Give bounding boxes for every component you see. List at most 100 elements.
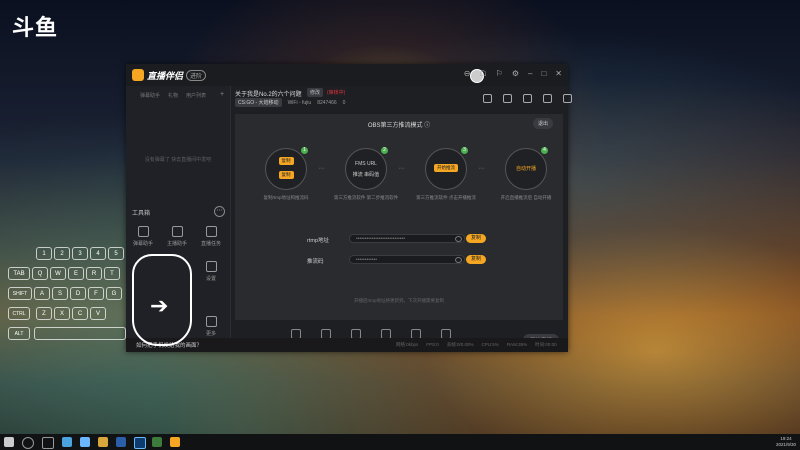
- window-controls: ⊖ ☖ ⚐ ⚙ – □ ✕: [464, 69, 562, 79]
- obs-card: OBS第三方推流模式 ⓘ 退出 1 复制 复制 复制rtmp地址和推流码 • •…: [235, 114, 563, 320]
- app-icon[interactable]: [152, 437, 162, 447]
- share-icon[interactable]: [563, 94, 572, 103]
- key: ALT: [8, 327, 30, 340]
- status-bar: 如何把手机发给我的画面？ 网络:0kbps FPS:0 丢帧:0/0.00% C…: [126, 338, 568, 352]
- user-icon: [171, 226, 183, 237]
- folder-icon[interactable]: [98, 437, 108, 447]
- step-circle: 3 开始推流: [425, 147, 468, 190]
- stat-network: 网络:0kbps: [396, 342, 419, 347]
- screen-icon[interactable]: [483, 94, 492, 103]
- arrow-icon: ➔: [150, 293, 169, 318]
- step-number: 3: [461, 147, 468, 154]
- rtmp-field[interactable]: ••••••••••••••••••••••••••••: [349, 234, 465, 243]
- key: S: [52, 287, 68, 300]
- taskview-icon[interactable]: [42, 437, 54, 449]
- app-icon[interactable]: [134, 437, 146, 449]
- tab-gifts[interactable]: 礼物: [168, 92, 178, 99]
- tool-more[interactable]: 更多: [196, 316, 226, 337]
- clock[interactable]: 19:24 2021/9/30: [776, 436, 796, 448]
- stream-key-label: 推流 串码值: [352, 172, 380, 178]
- exit-button[interactable]: 退出: [533, 118, 554, 129]
- tab-users[interactable]: 用户列表: [186, 92, 206, 99]
- key: G: [106, 287, 122, 300]
- maximize-button[interactable]: □: [541, 69, 546, 79]
- tools-more-icon[interactable]: ⋯: [214, 206, 225, 217]
- stat-dropped: 丢帧:0/0.00%: [446, 342, 474, 347]
- brand-name: 直播伴侣: [147, 70, 184, 81]
- step-caption: 第三方推流软件 点击开播推流: [416, 195, 476, 200]
- message-icon[interactable]: ⊖: [464, 69, 471, 79]
- copy-key-button[interactable]: 复制: [466, 255, 486, 264]
- fans-count: 0: [342, 99, 346, 106]
- bell-icon[interactable]: [543, 94, 552, 103]
- key: V: [90, 307, 106, 320]
- app-window: 直播伴侣 进阶 ⊖ ☖ ⚐ ⚙ – □ ✕ 弹幕助手 礼物 用户列表 + 没有弹…: [126, 64, 572, 352]
- wifi-info: WiFi - fujiu: [287, 99, 312, 106]
- clock-time: 19:24: [780, 436, 792, 441]
- step-caption: 复制rtmp地址和推流码: [263, 195, 309, 200]
- game-tag[interactable]: CS:GO - 大炮移动: [235, 98, 282, 107]
- stream-key-field[interactable]: ••••••••••••: [349, 255, 465, 264]
- stat-fps: FPS:0: [426, 342, 439, 347]
- record-icon[interactable]: [523, 94, 532, 103]
- key: 2: [54, 247, 70, 260]
- brand-badge[interactable]: 进阶: [186, 69, 207, 81]
- fms-url-label: FMS URL: [355, 161, 377, 167]
- key: 1: [36, 247, 52, 260]
- brand-logo-icon: [132, 69, 144, 81]
- start-icon[interactable]: [4, 437, 14, 447]
- flag-icon[interactable]: ⚐: [496, 69, 503, 79]
- room-id: 8247466: [317, 99, 337, 106]
- spacebar-key: [34, 327, 126, 340]
- copy-key-button[interactable]: 复制: [278, 171, 294, 179]
- copy-rtmp-button[interactable]: 复制: [278, 157, 294, 165]
- start-stream-label: 开始推流: [434, 164, 458, 172]
- key: CTRL: [8, 307, 30, 320]
- minimize-button[interactable]: –: [528, 69, 532, 79]
- shirt-icon[interactable]: ☖: [479, 69, 486, 79]
- tools-heading: 工具箱: [132, 211, 151, 217]
- step-circle: 4 自动开播: [505, 147, 548, 190]
- copy-rtmp-button[interactable]: 复制: [466, 234, 486, 243]
- desktop-logo: 斗鱼: [12, 16, 59, 41]
- key: Q: [32, 267, 48, 280]
- chat-tabs: 弹幕助手 礼物 用户列表 +: [140, 91, 224, 99]
- danmu-icon: [137, 226, 149, 237]
- obs-title: OBS第三方推流模式 ⓘ: [367, 123, 431, 129]
- tool-settings[interactable]: 设置: [196, 261, 226, 282]
- tool-live-task[interactable]: 直播任务: [196, 226, 226, 247]
- task-icon: [205, 226, 217, 237]
- room-icons: [483, 94, 572, 103]
- key: T: [104, 267, 120, 280]
- tool-label: 直播任务: [200, 241, 221, 247]
- close-button[interactable]: ✕: [555, 69, 562, 79]
- eye-icon[interactable]: [455, 257, 462, 263]
- step-1: 1 复制 复制 复制rtmp地址和推流码: [251, 147, 321, 201]
- tab-danmu[interactable]: 弹幕助手: [140, 92, 160, 99]
- tool-danmu-helper[interactable]: 弹幕助手: [128, 226, 158, 247]
- add-tab-icon[interactable]: +: [220, 91, 224, 98]
- step-dots: • •: [479, 166, 484, 172]
- stat-cpu: CPU:5%: [481, 342, 499, 347]
- app-icon[interactable]: [116, 437, 126, 447]
- rtmp-label: rtmp地址: [307, 238, 330, 244]
- key: W: [50, 267, 66, 280]
- app-icon[interactable]: [80, 437, 90, 447]
- step-dots: • •: [319, 166, 324, 172]
- search-icon[interactable]: [22, 437, 34, 449]
- step-circle: 1 复制 复制: [265, 147, 308, 190]
- eye-icon[interactable]: [455, 236, 462, 242]
- settings-icon[interactable]: ⚙: [512, 69, 519, 79]
- key: TAB: [8, 267, 30, 280]
- tool-host-helper[interactable]: 主播助手: [162, 226, 192, 247]
- browser-icon[interactable]: [62, 437, 72, 447]
- step-number: 4: [541, 147, 548, 154]
- step-3: 3 开始推流 第三方推流软件 点击开播推流: [411, 147, 481, 201]
- room-title: 关于我是No.2的六个问题: [235, 92, 302, 98]
- douyu-icon[interactable]: [170, 437, 180, 447]
- edit-title-button[interactable]: 修改: [307, 88, 324, 97]
- more-icon: [205, 316, 217, 327]
- key: R: [86, 267, 102, 280]
- key: X: [54, 307, 70, 320]
- lock-icon[interactable]: [503, 94, 512, 103]
